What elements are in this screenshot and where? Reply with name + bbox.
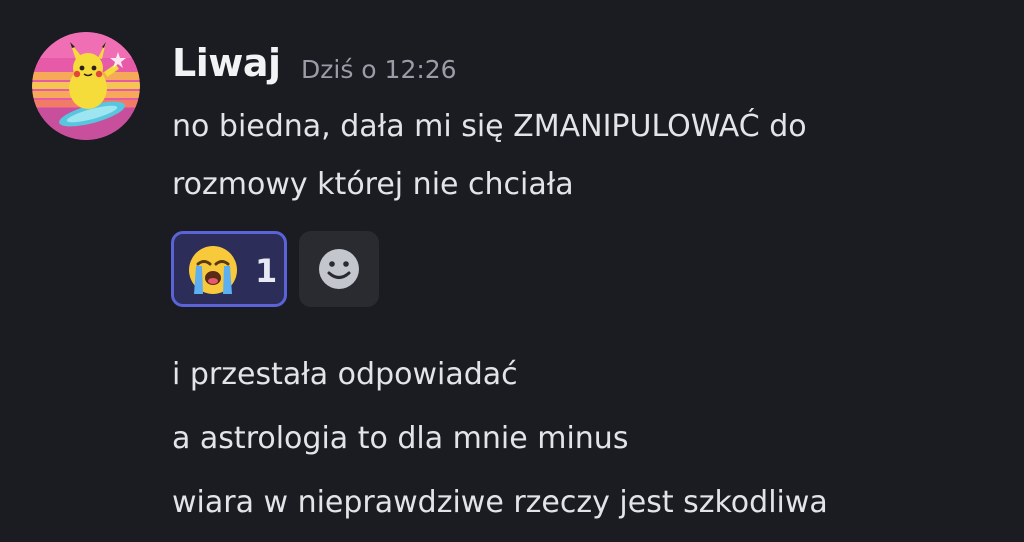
reaction-count: 1	[255, 252, 278, 290]
message-timestamp[interactable]: Dziś o 12:26	[301, 57, 457, 82]
followup-message-1: i przestała odpowiadać	[172, 357, 518, 392]
message-text-line-1: no biedna, dała mi się ZMANIPULOWAĆ do	[172, 109, 807, 144]
reaction-crying-button[interactable]: 1	[171, 231, 287, 307]
pikachu-surfing-avatar-image	[32, 32, 140, 140]
followup-message-2: a astrologia to dla mnie minus	[172, 421, 629, 456]
user-avatar[interactable]	[32, 32, 140, 140]
message-text-line-2: rozmowy której nie chciała	[172, 167, 574, 202]
smiley-add-reaction-icon	[319, 249, 359, 289]
followup-message-3: wiara w nieprawdziwe rzeczy jest szkodli…	[172, 485, 828, 520]
loudly-crying-face-icon	[189, 246, 237, 294]
add-reaction-button[interactable]	[299, 231, 379, 307]
author-name[interactable]: Liwaj	[172, 44, 281, 82]
